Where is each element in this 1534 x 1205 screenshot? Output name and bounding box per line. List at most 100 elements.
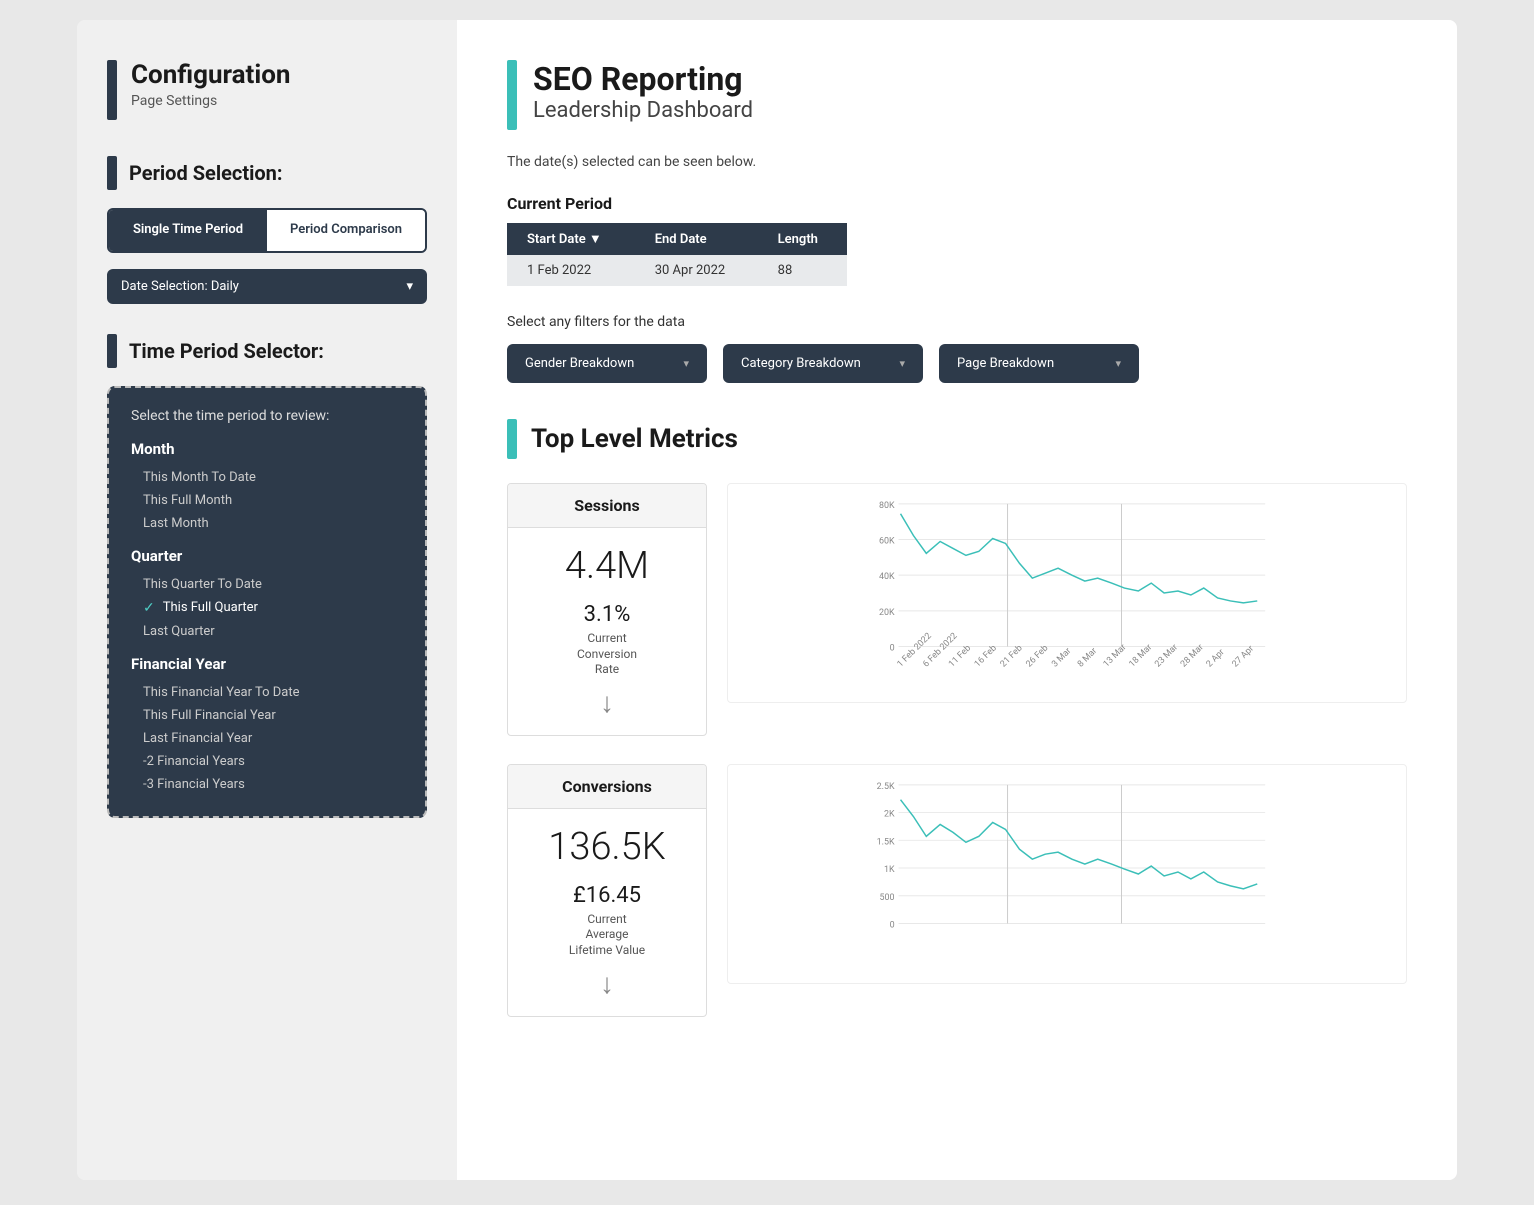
filters-title: Select any filters for the data xyxy=(507,314,1407,330)
sessions-value: 4.4M xyxy=(524,544,690,588)
page-breakdown-chevron: ▾ xyxy=(1115,357,1121,370)
main-content: SEO Reporting Leadership Dashboard The d… xyxy=(457,20,1457,1180)
page-breakdown-dropdown[interactable]: Page Breakdown ▾ xyxy=(939,344,1139,383)
period-toggle-group: Single Time Period Period Comparison xyxy=(107,208,427,253)
col-header-start-date[interactable]: Start Date ▼ xyxy=(507,223,635,255)
conversions-secondary-value: £16.45 xyxy=(524,883,690,908)
sessions-card: Sessions 4.4M 3.1% CurrentConversionRate… xyxy=(507,483,707,736)
conversions-secondary-label: CurrentAverageLifetime Value xyxy=(524,912,690,959)
svg-text:2K: 2K xyxy=(884,809,895,819)
cell-start-date: 1 Feb 2022 xyxy=(507,255,635,286)
metrics-teal-bar xyxy=(507,419,517,459)
svg-text:20K: 20K xyxy=(879,608,895,618)
tp-minus-2-fy[interactable]: -2 Financial Years xyxy=(131,750,403,773)
svg-text:1K: 1K xyxy=(884,865,895,875)
dropdown-chevron: ▾ xyxy=(406,279,413,294)
gender-breakdown-chevron: ▾ xyxy=(683,357,689,370)
sessions-card-body: 4.4M 3.1% CurrentConversionRate ↓ xyxy=(508,528,706,735)
period-selection-section: Period Selection: Single Time Period Per… xyxy=(107,156,427,304)
sessions-chart-svg: 80K 60K 40K 20K 0 1 Feb 2022 6 Feb 2022 … xyxy=(728,484,1406,702)
current-period-title: Current Period xyxy=(507,194,1407,213)
sessions-card-header: Sessions xyxy=(508,484,706,528)
config-bar-accent xyxy=(107,60,117,120)
svg-text:1.5K: 1.5K xyxy=(877,837,895,847)
svg-text:27 Apr: 27 Apr xyxy=(1231,644,1257,670)
page-title: SEO Reporting xyxy=(533,60,753,98)
sessions-secondary-value: 3.1% xyxy=(524,602,690,627)
conversions-chart: 2.5K 2K 1.5K 1K 500 0 xyxy=(727,764,1407,984)
conversions-card-header: Conversions xyxy=(508,765,706,809)
tp-group-financial-year: Financial Year xyxy=(131,655,403,673)
tp-last-quarter[interactable]: Last Quarter xyxy=(131,620,403,643)
category-breakdown-label: Category Breakdown xyxy=(741,356,861,371)
single-time-period-btn[interactable]: Single Time Period xyxy=(109,210,267,251)
page-header: SEO Reporting Leadership Dashboard xyxy=(507,60,1407,130)
date-info: The date(s) selected can be seen below. xyxy=(507,154,1407,170)
conversions-metrics-row: Conversions 136.5K £16.45 CurrentAverage… xyxy=(507,764,1407,1017)
app-container: Configuration Page Settings Period Selec… xyxy=(77,20,1457,1180)
tp-this-fy-to-date[interactable]: This Financial Year To Date xyxy=(131,681,403,704)
period-selection-bar xyxy=(107,156,117,190)
gender-breakdown-label: Gender Breakdown xyxy=(525,356,634,371)
time-period-header: Time Period Selector: xyxy=(107,334,427,368)
cell-length: 88 xyxy=(758,255,847,286)
period-table: Start Date ▼ End Date Length 1 Feb 2022 … xyxy=(507,223,847,286)
svg-text:21 Feb: 21 Feb xyxy=(999,643,1025,669)
svg-text:3 Mar: 3 Mar xyxy=(1050,646,1073,669)
sessions-secondary-label: CurrentConversionRate xyxy=(524,631,690,678)
conversions-card-body: 136.5K £16.45 CurrentAverageLifetime Val… xyxy=(508,809,706,1016)
svg-text:60K: 60K xyxy=(879,536,895,546)
sessions-arrow-icon: ↓ xyxy=(524,686,690,719)
svg-text:500: 500 xyxy=(880,893,895,903)
tp-last-month[interactable]: Last Month xyxy=(131,512,403,535)
tp-this-full-quarter[interactable]: ✓ This Full Quarter xyxy=(131,596,403,620)
config-header: Configuration Page Settings xyxy=(107,60,427,120)
metrics-header: Top Level Metrics xyxy=(507,419,1407,459)
svg-text:40K: 40K xyxy=(879,572,895,582)
svg-text:0: 0 xyxy=(890,643,895,653)
category-breakdown-chevron: ▾ xyxy=(899,357,905,370)
teal-accent-bar xyxy=(507,60,517,130)
period-comparison-btn[interactable]: Period Comparison xyxy=(267,210,425,251)
tp-this-quarter-to-date[interactable]: This Quarter To Date xyxy=(131,573,403,596)
time-period-box: Select the time period to review: Month … xyxy=(107,386,427,818)
tp-group-quarter: Quarter xyxy=(131,547,403,565)
config-subtitle: Page Settings xyxy=(131,93,290,109)
page-breakdown-label: Page Breakdown xyxy=(957,356,1054,371)
metrics-title: Top Level Metrics xyxy=(531,424,738,454)
svg-text:2.5K: 2.5K xyxy=(877,782,895,792)
svg-text:26 Feb: 26 Feb xyxy=(1024,643,1050,669)
tp-this-full-month[interactable]: This Full Month xyxy=(131,489,403,512)
svg-text:8 Mar: 8 Mar xyxy=(1076,646,1099,669)
conversions-card: Conversions 136.5K £16.45 CurrentAverage… xyxy=(507,764,707,1017)
period-selection-title: Period Selection: xyxy=(129,161,283,185)
category-breakdown-dropdown[interactable]: Category Breakdown ▾ xyxy=(723,344,923,383)
conversions-arrow-icon: ↓ xyxy=(524,967,690,1000)
sidebar: Configuration Page Settings Period Selec… xyxy=(77,20,457,1180)
time-period-section: Time Period Selector: Select the time pe… xyxy=(107,334,427,818)
svg-text:80K: 80K xyxy=(879,501,895,511)
tp-minus-3-fy[interactable]: -3 Financial Years xyxy=(131,773,403,796)
sessions-metrics-row: Sessions 4.4M 3.1% CurrentConversionRate… xyxy=(507,483,1407,736)
period-selection-header: Period Selection: xyxy=(107,156,427,190)
tp-this-month-to-date[interactable]: This Month To Date xyxy=(131,466,403,489)
time-period-bar xyxy=(107,334,117,368)
tp-group-month: Month xyxy=(131,440,403,458)
svg-text:11 Feb: 11 Feb xyxy=(947,643,973,669)
svg-text:16 Feb: 16 Feb xyxy=(973,643,999,669)
conversions-chart-svg: 2.5K 2K 1.5K 1K 500 0 xyxy=(728,765,1406,983)
date-selection-dropdown[interactable]: Date Selection: Daily ▾ xyxy=(107,269,427,304)
cell-end-date: 30 Apr 2022 xyxy=(635,255,758,286)
gender-breakdown-dropdown[interactable]: Gender Breakdown ▾ xyxy=(507,344,707,383)
config-title: Configuration xyxy=(131,60,290,91)
tp-last-fy[interactable]: Last Financial Year xyxy=(131,727,403,750)
page-subtitle: Leadership Dashboard xyxy=(533,98,753,123)
checkmark-icon: ✓ xyxy=(143,600,155,616)
svg-text:0: 0 xyxy=(890,920,895,930)
time-period-title: Time Period Selector: xyxy=(129,339,324,363)
tp-this-full-fy[interactable]: This Full Financial Year xyxy=(131,704,403,727)
col-header-length: Length xyxy=(758,223,847,255)
svg-text:2 Apr: 2 Apr xyxy=(1205,647,1227,669)
sessions-chart: 80K 60K 40K 20K 0 1 Feb 2022 6 Feb 2022 … xyxy=(727,483,1407,703)
conversions-value: 136.5K xyxy=(524,825,690,869)
